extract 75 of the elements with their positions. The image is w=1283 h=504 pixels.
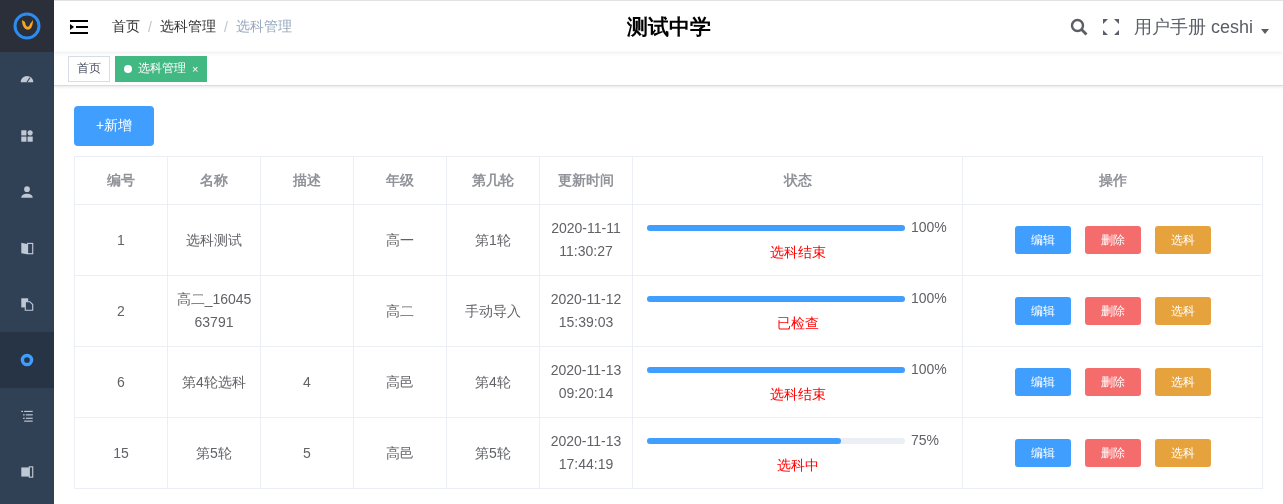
fullscreen-icon[interactable] xyxy=(1101,17,1120,36)
progress-percent: 75% xyxy=(911,431,940,450)
edit-button[interactable]: 编辑 xyxy=(1014,226,1071,254)
column-header: 状态 xyxy=(632,156,963,205)
sidebar-item[interactable] xyxy=(0,332,54,388)
status-text: 选科结束 xyxy=(769,386,826,402)
progress-percent: 100% xyxy=(911,360,947,379)
table-cell: 高二_1604563791 xyxy=(167,275,261,347)
delete-button[interactable]: 删除 xyxy=(1084,297,1141,325)
breadcrumb-separator: / xyxy=(148,18,152,35)
breadcrumb-item[interactable]: 选科管理 xyxy=(159,17,216,36)
progress-percent: 100% xyxy=(911,289,947,308)
column-header: 描述 xyxy=(260,156,354,205)
table-cell: 高邑 xyxy=(353,346,447,418)
list-icon xyxy=(19,408,35,424)
documents-icon xyxy=(19,296,35,312)
table-cell: 第5轮 xyxy=(446,417,540,489)
breadcrumb-item[interactable]: 首页 xyxy=(112,17,140,36)
book-icon xyxy=(19,240,35,256)
table-cell: 手动导入 xyxy=(446,275,540,347)
table-cell: 2020-11-13 17:44:19 xyxy=(539,417,633,489)
column-header: 更新时间 xyxy=(539,156,633,205)
select-button[interactable]: 选科 xyxy=(1154,439,1211,467)
status-text: 选科结束 xyxy=(769,244,826,260)
status-text: 选科中 xyxy=(776,457,819,473)
user-menu[interactable]: 用户手册 ceshi xyxy=(1133,14,1253,39)
column-header: 年级 xyxy=(353,156,447,205)
grid-icon xyxy=(19,128,35,144)
menu-icon[interactable] xyxy=(70,18,88,35)
status-text: 已检查 xyxy=(776,315,819,331)
table-cell: 高一 xyxy=(353,204,447,276)
table-cell: 选科测试 xyxy=(167,204,261,276)
table-cell: 第1轮 xyxy=(446,204,540,276)
table-cell: 高邑 xyxy=(353,417,447,489)
edit-button[interactable]: 编辑 xyxy=(1014,368,1071,396)
logo-icon xyxy=(13,12,41,40)
page-title: 测试中学 xyxy=(626,14,711,38)
table-cell: 第4轮 xyxy=(446,346,540,418)
close-icon[interactable]: × xyxy=(192,62,199,75)
select-button[interactable]: 选科 xyxy=(1154,297,1211,325)
delete-button[interactable]: 删除 xyxy=(1084,439,1141,467)
column-header: 操作 xyxy=(962,156,1263,205)
delete-button[interactable]: 删除 xyxy=(1084,226,1141,254)
delete-button[interactable]: 删除 xyxy=(1084,368,1141,396)
table-cell: 1 xyxy=(74,204,168,276)
search-icon[interactable] xyxy=(1069,17,1088,36)
table-cell: 第5轮 xyxy=(167,417,261,489)
table-cell: 2 xyxy=(74,275,168,347)
active-dot-icon xyxy=(124,64,132,73)
progress-percent: 100% xyxy=(911,218,947,237)
add-button[interactable]: +新增 xyxy=(74,106,155,146)
select-button[interactable]: 选科 xyxy=(1154,226,1211,254)
column-header: 第几轮 xyxy=(446,156,540,205)
user-icon xyxy=(19,184,35,200)
column-header: 名称 xyxy=(167,156,261,205)
table-cell: 2020-11-11 11:30:27 xyxy=(539,204,633,276)
column-header: 编号 xyxy=(74,156,168,205)
table-cell: 2020-11-13 09:20:14 xyxy=(539,346,633,418)
file-icon xyxy=(19,464,35,480)
edit-button[interactable]: 编辑 xyxy=(1014,439,1071,467)
table-cell: 6 xyxy=(74,346,168,418)
breadcrumb-item: 选科管理 xyxy=(235,17,292,36)
caret-icon[interactable] xyxy=(1261,29,1269,34)
table-cell: 第4轮选科 xyxy=(167,346,261,418)
edit-button[interactable]: 编辑 xyxy=(1014,297,1071,325)
table-cell: 2020-11-12 15:39:03 xyxy=(539,275,633,347)
tag-tab[interactable]: 首页 xyxy=(68,55,110,82)
table-cell: 4 xyxy=(260,346,354,418)
select-button[interactable]: 选科 xyxy=(1154,368,1211,396)
table-cell: 高二 xyxy=(353,275,447,347)
table-cell: 15 xyxy=(74,417,168,489)
table-cell: 5 xyxy=(260,417,354,489)
breadcrumb-separator: / xyxy=(223,18,228,35)
tag-tab[interactable]: 选科管理 × xyxy=(115,55,208,82)
lifebuoy-icon xyxy=(19,352,35,368)
